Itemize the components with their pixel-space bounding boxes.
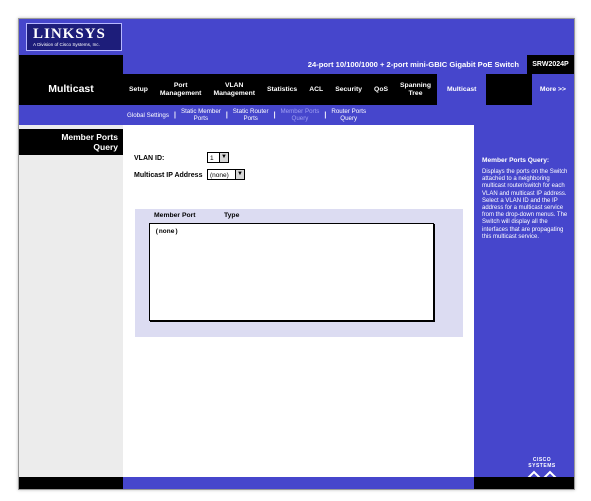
tab-port-management[interactable]: Port Management xyxy=(154,82,208,98)
subtab-static-member-ports[interactable]: Static Member Ports xyxy=(177,108,225,122)
model-number: SRW2024P xyxy=(527,55,574,74)
title-bar: 24-port 10/100/1000 + 2-port mini-GBIC G… xyxy=(19,55,574,74)
tab-acl[interactable]: ACL xyxy=(303,86,329,94)
member-port-listbox[interactable]: (none) xyxy=(149,223,434,321)
subtab-static-router-ports[interactable]: Static Router Ports xyxy=(229,108,273,122)
page-title: Member Ports Query xyxy=(19,129,123,155)
logo-text: LINKSYS xyxy=(33,26,106,42)
tab-more[interactable]: More >> xyxy=(531,74,574,105)
member-port-panel: Member Port Type (none) xyxy=(135,209,463,337)
tab-multicast[interactable]: Multicast xyxy=(436,74,487,105)
main-nav: Multicast Setup Port Management VLAN Man… xyxy=(19,74,574,105)
tab-statistics[interactable]: Statistics xyxy=(261,86,303,94)
multicast-ip-value: (none) xyxy=(210,172,229,179)
tab-setup[interactable]: Setup xyxy=(123,86,154,94)
help-text: Displays the ports on the Switch attache… xyxy=(482,169,568,240)
chevron-down-icon[interactable]: ▼ xyxy=(235,170,244,179)
tab-bar: Setup Port Management VLAN Management St… xyxy=(123,74,574,105)
chevron-down-icon[interactable]: ▼ xyxy=(219,153,228,162)
subtab-router-ports-query[interactable]: Router Ports Query xyxy=(327,108,370,122)
logo-subtitle: A Division of Cisco Systems, Inc. xyxy=(33,42,100,47)
subtab-global-settings[interactable]: Global Settings xyxy=(123,112,173,119)
subtab-member-ports-query[interactable]: Member Ports Query xyxy=(277,108,324,122)
linksys-logo: LINKSYS A Division of Cisco Systems, Inc… xyxy=(26,23,122,51)
list-item[interactable]: (none) xyxy=(155,228,178,235)
vlan-id-select[interactable]: 1 ▼ xyxy=(207,152,229,163)
help-title: Member Ports Query: xyxy=(482,157,550,164)
tab-qos[interactable]: QoS xyxy=(368,86,394,94)
product-name: 24-port 10/100/1000 + 2-port mini-GBIC G… xyxy=(123,55,527,74)
tab-spanning-tree[interactable]: Spanning Tree xyxy=(394,82,437,98)
multicast-ip-select[interactable]: (none) ▼ xyxy=(207,169,245,180)
left-column: Member Ports Query xyxy=(19,125,123,489)
browser-frame: LINKSYS A Division of Cisco Systems, Inc… xyxy=(18,18,575,490)
help-panel: Member Ports Query: Displays the ports o… xyxy=(474,125,574,489)
column-header-member-port: Member Port xyxy=(154,212,196,219)
cisco-logo: CISCO SYSTEMS xyxy=(522,457,562,481)
multicast-ip-label: Multicast IP Address xyxy=(134,172,203,179)
cisco-logo-text: CISCO SYSTEMS xyxy=(528,457,556,469)
vlan-id-value: 1 xyxy=(210,155,214,162)
bottom-band xyxy=(19,477,574,489)
tab-security[interactable]: Security xyxy=(329,86,368,94)
column-header-type: Type xyxy=(224,212,240,219)
brand-band: LINKSYS A Division of Cisco Systems, Inc… xyxy=(19,19,574,55)
tab-vlan-management[interactable]: VLAN Management xyxy=(207,82,261,98)
main-content: VLAN ID: 1 ▼ Multicast IP Address (none)… xyxy=(123,125,474,489)
vlan-id-label: VLAN ID: xyxy=(134,155,165,162)
